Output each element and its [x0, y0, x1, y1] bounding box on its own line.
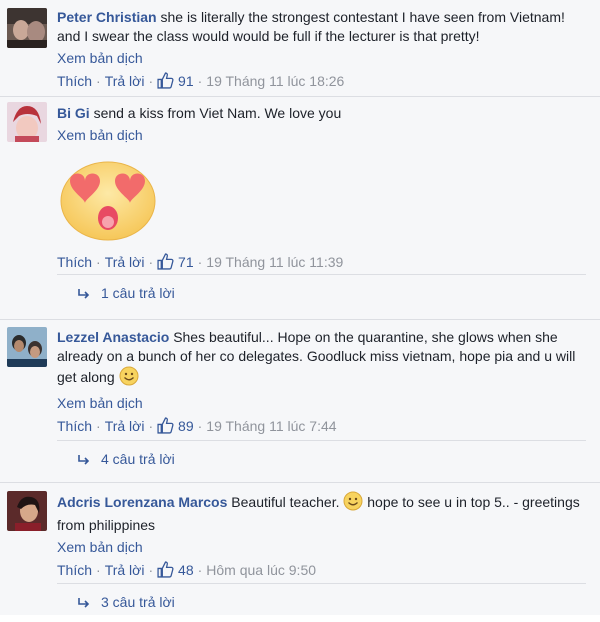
separator: ·	[148, 418, 154, 434]
comment-text: send a kiss from Viet Nam. We love you	[93, 105, 342, 121]
reply-arrow-icon	[77, 586, 91, 622]
timestamp[interactable]: 19 Tháng 11 lúc 11:39	[206, 254, 343, 270]
comment-author[interactable]: Bi Gi	[57, 105, 90, 121]
reply-arrow-icon	[77, 277, 91, 313]
comment-author[interactable]: Lezzel Anastacio	[57, 329, 169, 345]
see-translation-link[interactable]: Xem bản dịch	[57, 49, 586, 68]
reply-count[interactable]: 1 câu trả lời	[101, 285, 175, 301]
view-replies-link[interactable]: 1 câu trả lời	[57, 274, 586, 310]
separator: ·	[197, 562, 203, 578]
see-translation-link[interactable]: Xem bản dịch	[57, 394, 586, 413]
comment-text: Beautiful teacher.	[231, 494, 340, 510]
avatar[interactable]	[7, 8, 47, 48]
separator: ·	[96, 562, 101, 578]
separator: ·	[197, 254, 203, 270]
smile-emoji-icon	[343, 491, 363, 516]
like-link[interactable]: Thích	[57, 254, 92, 270]
reply-link[interactable]: Trả lời	[105, 562, 145, 578]
timestamp[interactable]: 19 Tháng 11 lúc 18:26	[206, 73, 344, 89]
separator: ·	[197, 73, 203, 89]
separator: ·	[148, 562, 154, 578]
reply-count[interactable]: 4 câu trả lời	[101, 451, 175, 467]
like-link[interactable]: Thích	[57, 418, 92, 434]
separator: ·	[96, 418, 101, 434]
smile-emoji-icon	[119, 366, 139, 391]
comment: Lezzel Anastacio Shes beautiful... Hope …	[0, 320, 600, 483]
thumbs-up-icon[interactable]	[157, 72, 174, 94]
comment-feed: Peter Christian she is literally the str…	[0, 0, 600, 615]
avatar[interactable]	[7, 491, 47, 531]
like-link[interactable]: Thích	[57, 73, 92, 89]
timestamp[interactable]: Hôm qua lúc 9:50	[206, 562, 316, 578]
view-replies-link[interactable]: 3 câu trả lời	[57, 583, 586, 619]
avatar[interactable]	[7, 102, 47, 142]
like-count[interactable]: 89	[178, 418, 194, 434]
thumbs-up-icon[interactable]	[157, 417, 174, 439]
comment: Bi Gi send a kiss from Viet Nam. We love…	[0, 97, 600, 320]
comment-author[interactable]: Adcris Lorenzana Marcos	[57, 494, 227, 510]
like-count[interactable]: 91	[178, 73, 194, 89]
thumbs-up-icon[interactable]	[157, 253, 174, 275]
timestamp[interactable]: 19 Tháng 11 lúc 7:44	[206, 418, 336, 434]
see-translation-link[interactable]: Xem bản dịch	[57, 126, 586, 145]
heart-eyes-emoji	[57, 159, 586, 241]
comment: Adcris Lorenzana Marcos Beautiful teache…	[0, 483, 600, 615]
reply-count[interactable]: 3 câu trả lời	[101, 594, 175, 610]
separator: ·	[197, 418, 203, 434]
like-count[interactable]: 71	[178, 254, 194, 270]
reply-link[interactable]: Trả lời	[105, 73, 145, 89]
thumbs-up-icon[interactable]	[157, 561, 174, 583]
separator: ·	[96, 254, 101, 270]
like-count[interactable]: 48	[178, 562, 194, 578]
separator: ·	[148, 73, 154, 89]
separator: ·	[148, 254, 154, 270]
comment-author[interactable]: Peter Christian	[57, 9, 157, 25]
reply-link[interactable]: Trả lời	[105, 254, 145, 270]
see-translation-link[interactable]: Xem bản dịch	[57, 538, 586, 557]
separator: ·	[96, 73, 101, 89]
reply-arrow-icon	[77, 443, 91, 479]
reply-link[interactable]: Trả lời	[105, 418, 145, 434]
view-replies-link[interactable]: 4 câu trả lời	[57, 440, 586, 476]
avatar[interactable]	[7, 327, 47, 367]
like-link[interactable]: Thích	[57, 562, 92, 578]
comment: Peter Christian she is literally the str…	[0, 0, 600, 97]
